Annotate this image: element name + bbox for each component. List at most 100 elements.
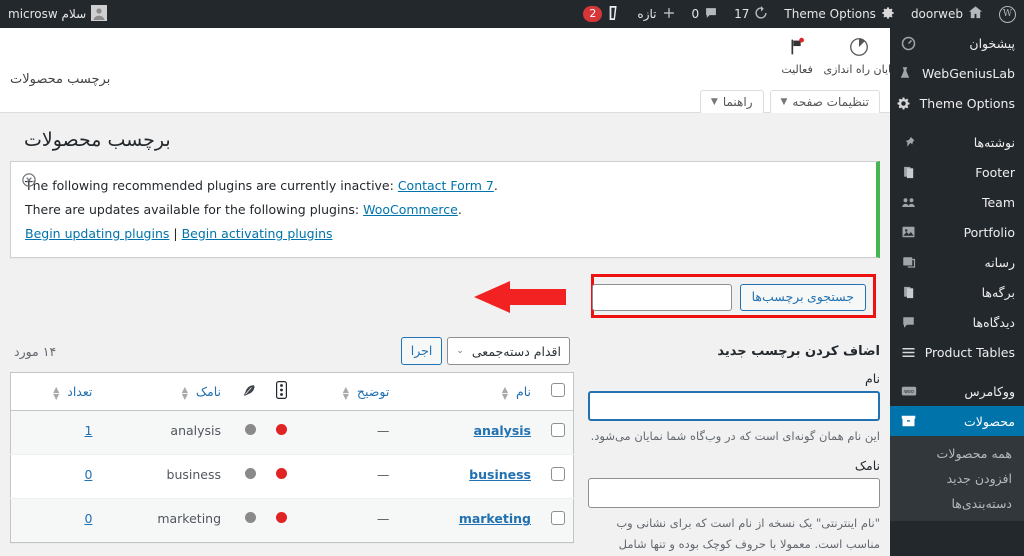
setup-task-label: فعالیت [781, 63, 813, 76]
column-header-name[interactable]: نام ▲ ▼ [399, 372, 541, 412]
sidebar-item-woocommerce[interactable]: ووکامرس woo [890, 376, 1024, 406]
admin-bar-wp-logo[interactable] [991, 0, 1024, 28]
notice-updates-text: There are updates available for the foll… [25, 201, 360, 217]
table-head: نام ▲ ▼ توضیح ▲ ▼ نامک ▲ ▼ تعداد ▲ ▼ [10, 372, 574, 412]
notice-action-links: Begin updating plugins | Begin activatin… [25, 222, 862, 246]
tag-name-field-group: نام این نام همان گونه‌ای است که در وب‌گا… [588, 371, 880, 446]
tag-name-link[interactable]: marketing [459, 511, 531, 526]
admin-bar-theme-options[interactable]: Theme Options [776, 0, 903, 28]
admin-bar-new-content[interactable]: تازه [629, 0, 683, 28]
help-button[interactable]: راهنما ▼ [699, 90, 764, 113]
row-description-cell: — [297, 498, 400, 543]
column-header-count[interactable]: تعداد ▲ ▼ [10, 372, 103, 412]
sidebar-item-team[interactable]: Team [890, 187, 1024, 217]
close-circle-icon[interactable] [21, 172, 37, 188]
apply-button[interactable]: اجرا [400, 337, 443, 366]
contact-form-7-link[interactable]: Contact Form 7 [398, 178, 494, 193]
admin-bar-yoast-seo[interactable]: 2 [575, 0, 629, 28]
row-name-cell: marketing [399, 498, 541, 543]
select-all-header [541, 372, 574, 412]
woocommerce-link[interactable]: WooCommerce [363, 202, 458, 217]
setup-task-list: پایان راه اندازی فعالیت [0, 32, 890, 80]
setup-task-activity[interactable]: فعالیت [766, 32, 828, 76]
tag-name-link[interactable]: business [469, 467, 531, 482]
add-tag-heading: اضاف کردن برچسب جدید [717, 344, 880, 360]
screen-meta-bar: پایان راه اندازی فعالیت برچسب محصولات تن… [0, 28, 890, 113]
row-slug-cell: business [102, 454, 232, 499]
notice-inactive-text: The following recommended plugins are cu… [25, 178, 394, 193]
row-name-cell: analysis [399, 410, 541, 455]
product-tags-table: نام ▲ ▼ توضیح ▲ ▼ نامک ▲ ▼ تعداد ▲ ▼ ana… [10, 372, 574, 544]
tag-name-link[interactable]: analysis [474, 423, 531, 438]
sidebar-item-product-tables[interactable]: Product Tables [890, 337, 1024, 367]
row-status-dot-cell [266, 454, 298, 499]
yoast-seo-icon [607, 5, 621, 24]
sidebar-item-pages[interactable]: برگه‌ها [890, 277, 1024, 307]
notice-line-inactive-plugins: The following recommended plugins are cu… [25, 174, 862, 198]
sidebar-submenu-products: همه محصولات افزودن جدید دسته‌بندی‌ها [890, 436, 1024, 521]
sidebar-item-dashboard[interactable]: پیشخوان [890, 28, 1024, 58]
column-header-slug[interactable]: نامک ▲ ▼ [102, 372, 232, 412]
svg-text:woo: woo [904, 390, 914, 395]
sort-indicator-icon: ▲ ▼ [342, 384, 349, 401]
admin-bar-site-home[interactable]: doorweb [903, 0, 991, 28]
admin-sidebar-menu: پیشخوان WebGeniusLab Theme Options نوشته… [890, 28, 1024, 556]
select-all-checkbox[interactable] [551, 383, 565, 398]
dashboard-icon [899, 36, 918, 51]
admin-bar-my-account[interactable]: سلام microsw [0, 0, 115, 28]
begin-updating-plugins-link[interactable]: Begin updating plugins [25, 226, 169, 241]
add-tag-form-column: اضاف کردن برچسب جدید نام این نام همان گو… [588, 334, 880, 556]
setup-task-finish-setup[interactable]: پایان راه اندازی [824, 32, 890, 76]
admin-bar-updates[interactable]: 17 [726, 0, 776, 28]
screen-options-button[interactable]: تنظیمات صفحه ▼ [769, 90, 880, 113]
sidebar-item-posts[interactable]: نوشته‌ها [890, 127, 1024, 157]
tag-slug-input[interactable] [588, 478, 880, 509]
gear-icon [881, 6, 895, 23]
admin-bar-site-name: سلام microsw [8, 7, 87, 21]
sidebar-separator [890, 118, 1024, 127]
row-checkbox[interactable] [551, 511, 565, 526]
notice-period: . [493, 178, 498, 193]
sidebar-item-label: Team [981, 194, 1015, 210]
woocommerce-icon: woo [899, 385, 918, 398]
tag-name-input[interactable] [588, 391, 880, 422]
sidebar-subitem-categories[interactable]: دسته‌بندی‌ها [890, 491, 1024, 516]
tag-count-link[interactable]: 0 [84, 511, 92, 526]
sidebar-subitem-all-products[interactable]: همه محصولات [890, 441, 1024, 466]
sidebar-item-footer[interactable]: Footer [890, 157, 1024, 187]
tag-slug-field-group: نامک "نام اینترنتی" یک نسخه از نام است ک… [588, 458, 880, 556]
column-header-count-label: تعداد [67, 384, 93, 399]
sidebar-subitem-add-new[interactable]: افزودن جدید [890, 466, 1024, 491]
tag-count-link[interactable]: 1 [84, 423, 92, 438]
search-input[interactable] [591, 284, 732, 312]
search-tags-button[interactable] [739, 284, 866, 312]
admin-bar-comments[interactable]: 0 [684, 0, 727, 28]
sidebar-item-portfolio[interactable]: Portfolio [890, 217, 1024, 247]
sidebar-item-theme-options[interactable]: Theme Options [890, 88, 1024, 118]
tag-name-description: این نام همان گونه‌ای است که در وب‌گاه شم… [590, 429, 880, 444]
tag-name-label: نام [864, 371, 880, 387]
bulk-actions-select[interactable]: اقدام دسته‌جمعی ⌄ [447, 337, 570, 366]
breadcrumb: برچسب محصولات [10, 72, 111, 87]
status-dot-gray-icon [245, 424, 257, 436]
row-count-cell: 0 [10, 498, 103, 543]
sidebar-item-webgeniuslab[interactable]: WebGeniusLab [890, 58, 1024, 88]
new-content-label: تازه [637, 7, 657, 21]
pin-icon [899, 135, 918, 150]
row-checkbox[interactable] [551, 467, 565, 482]
column-header-description[interactable]: توضیح ▲ ▼ [297, 372, 400, 412]
flask-icon [896, 66, 915, 81]
row-status-dot-cell [266, 410, 298, 455]
gear-icon [894, 96, 913, 111]
row-checkbox[interactable] [551, 423, 565, 438]
tag-count-link[interactable]: 0 [84, 467, 92, 482]
tag-search-form [591, 284, 866, 312]
sidebar-item-comments[interactable]: دیدگاه‌ها [890, 307, 1024, 337]
sidebar-item-media[interactable]: رسانه [890, 247, 1024, 277]
tag-slug-description: "نام اینترنتی" یک نسخه از نام است که برا… [616, 516, 880, 551]
sidebar-separator [890, 367, 1024, 376]
progress-circle-icon [848, 36, 870, 61]
traffic-light-icon [276, 381, 288, 402]
begin-activating-plugins-link[interactable]: Begin activating plugins [182, 226, 333, 241]
sidebar-item-products[interactable]: محصولات [890, 406, 1024, 436]
